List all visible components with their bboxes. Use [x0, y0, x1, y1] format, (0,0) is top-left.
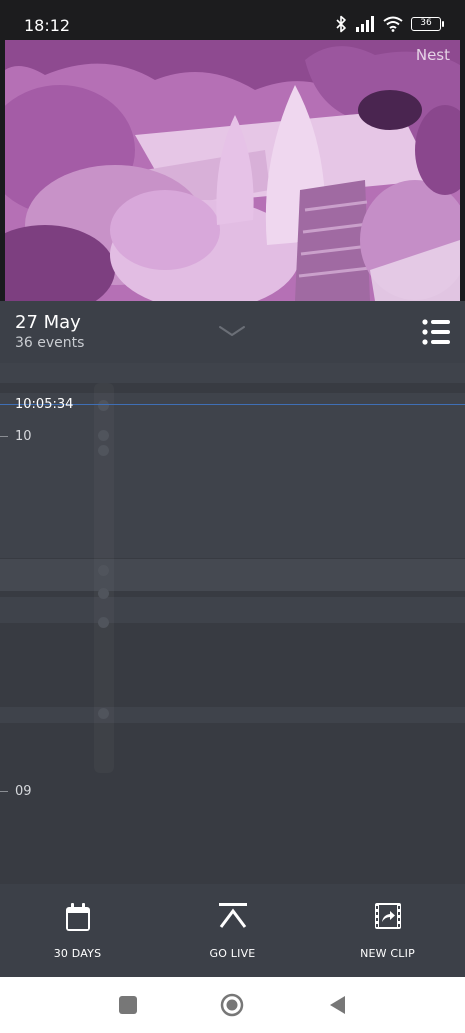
new-clip-label: NEW CLIP	[360, 947, 415, 960]
go-live-button[interactable]: GO LIVE	[155, 884, 310, 977]
timeline-event-band[interactable]	[0, 597, 465, 623]
event-count: 36 events	[15, 335, 85, 351]
camera-feed[interactable]: Nest	[5, 40, 460, 301]
camera-image	[5, 40, 460, 301]
timeline-event-band[interactable]	[0, 363, 465, 383]
timeline-event-band[interactable]	[0, 559, 465, 591]
thirty-days-label: 30 DAYS	[53, 947, 102, 960]
go-live-icon	[218, 903, 247, 928]
thirty-days-button[interactable]: 30 DAYS	[0, 884, 155, 977]
wifi-icon	[383, 16, 403, 32]
recents-square-icon[interactable]	[116, 993, 140, 1017]
camera-brand-watermark: Nest	[415, 46, 450, 64]
calendar-icon	[65, 903, 90, 931]
hour-label: 10	[15, 429, 32, 444]
back-triangle-icon[interactable]	[326, 993, 350, 1017]
status-icons: 36	[335, 14, 444, 34]
battery-icon: 36	[411, 17, 444, 31]
home-circle-icon[interactable]	[220, 993, 244, 1017]
panel-date: 27 May	[15, 312, 81, 333]
timeline-event-band[interactable]	[0, 707, 465, 723]
go-live-label: GO LIVE	[209, 947, 256, 960]
status-bar: 18:12 36	[0, 0, 465, 40]
hour-label: 09	[15, 784, 32, 799]
battery-level: 36	[420, 18, 432, 28]
current-time-label: 10:05:34	[15, 397, 74, 412]
event-marker[interactable]	[98, 430, 109, 441]
bluetooth-icon	[336, 15, 346, 33]
bottom-toolbar: 30 DAYS GO LIVE NEW CLIP	[0, 884, 465, 977]
event-marker[interactable]	[98, 708, 109, 719]
event-panel-header[interactable]: 27 May 36 events	[0, 301, 465, 363]
event-marker[interactable]	[98, 565, 109, 576]
system-navigation-bar	[0, 977, 465, 1033]
event-timeline[interactable]: 10:05:34 10 09	[0, 363, 465, 884]
chevron-down-icon[interactable]	[218, 323, 246, 339]
event-marker[interactable]	[98, 400, 109, 411]
status-time: 18:12	[24, 16, 71, 35]
event-marker[interactable]	[98, 588, 109, 599]
event-list-icon[interactable]	[420, 317, 452, 347]
new-clip-button[interactable]: NEW CLIP	[310, 884, 465, 977]
event-marker[interactable]	[98, 445, 109, 456]
hour-tick	[0, 436, 8, 437]
hour-tick	[0, 791, 8, 792]
timeline-event-band[interactable]	[0, 393, 465, 558]
signal-icon	[356, 16, 374, 32]
new-clip-icon	[374, 903, 401, 929]
event-marker[interactable]	[98, 617, 109, 628]
